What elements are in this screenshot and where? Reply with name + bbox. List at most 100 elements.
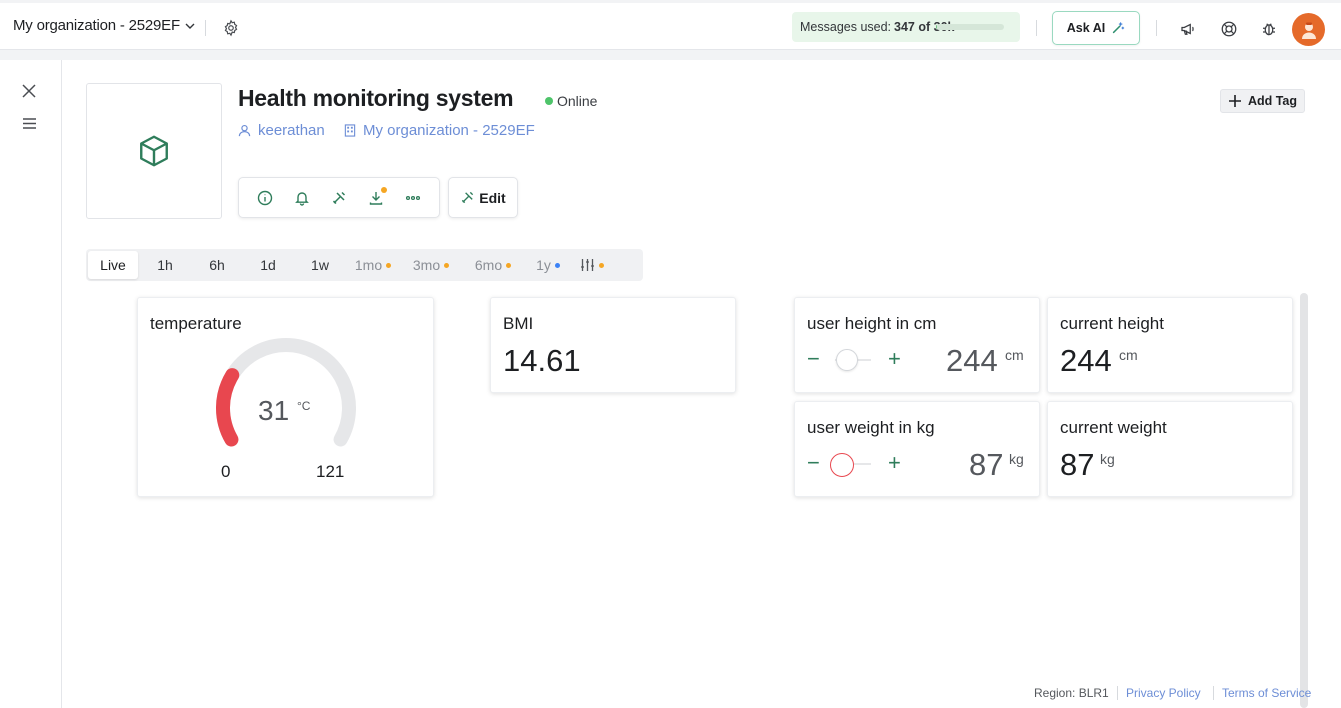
time-range-label: 1d [260, 257, 276, 273]
close-icon[interactable] [20, 82, 38, 100]
org-selector[interactable]: My organization - 2529EF [13, 17, 196, 34]
notifications-button[interactable] [289, 185, 315, 211]
widget-label: temperature [150, 314, 242, 333]
top-bar: My organization - 2529EF Messages used: … [0, 3, 1341, 50]
divider [1117, 686, 1118, 700]
time-range-label: 1mo [354, 257, 383, 273]
increment-button[interactable]: + [888, 450, 901, 476]
org-name: My organization - 2529EF [13, 17, 180, 34]
tools-icon [332, 191, 346, 204]
time-range-Live[interactable]: Live [88, 251, 138, 279]
person-avatar-icon [1301, 22, 1316, 39]
organization-link[interactable]: My organization - 2529EF [344, 122, 535, 139]
height-slider-card: user height in cm − + 244 cm [794, 297, 1040, 393]
slider-value: 244 [946, 343, 998, 378]
time-range-label: 3mo [412, 257, 441, 273]
time-range-label: 6h [209, 257, 225, 273]
slider-handle[interactable] [836, 349, 858, 371]
online-dot [545, 97, 553, 105]
premium-dot [599, 262, 604, 268]
left-rail [0, 60, 62, 708]
magic-wand-icon [1113, 22, 1125, 34]
info-icon [258, 190, 273, 205]
tools-button[interactable] [326, 185, 352, 211]
more-button[interactable] [400, 185, 426, 211]
ask-ai-button[interactable]: Ask AI [1052, 11, 1140, 45]
messages-progress-bar [936, 24, 1004, 30]
divider [1036, 20, 1037, 36]
help-lifebuoy-icon[interactable] [1219, 19, 1239, 39]
device-thumbnail[interactable] [86, 83, 222, 219]
time-range-3mo[interactable]: 3mo [400, 251, 462, 279]
edit-button[interactable]: Edit [448, 177, 518, 218]
widget-label: current height [1060, 314, 1164, 333]
gauge-min: 0 [221, 462, 231, 481]
premium-dot [444, 262, 450, 268]
time-range-1y[interactable]: 1y [524, 251, 572, 279]
time-range-1h[interactable]: 1h [138, 251, 192, 279]
add-tag-button[interactable]: Add Tag [1220, 89, 1305, 113]
download-badge [380, 186, 387, 193]
current-weight-value: 87 [1060, 447, 1095, 482]
decrement-button[interactable]: − [807, 450, 820, 476]
time-range-1d[interactable]: 1d [242, 251, 294, 279]
vertical-scrollbar[interactable] [1300, 293, 1308, 708]
settings-gear-icon[interactable] [221, 18, 241, 38]
current-weight-unit: kg [1100, 451, 1115, 467]
widget-label: user weight in kg [807, 418, 935, 437]
owner-link[interactable]: keerathan [238, 122, 325, 139]
region-label: Region: BLR1 [1034, 686, 1109, 700]
premium-dot [506, 262, 512, 268]
bmi-card: BMI 14.61 [490, 297, 736, 393]
custom-range-button[interactable] [572, 251, 612, 279]
add-tag-label: Add Tag [1247, 94, 1298, 108]
current-height-card: current height 244 cm [1047, 297, 1293, 393]
slider-value: 87 [969, 447, 1004, 482]
temperature-gauge-card: temperature 31 °C 0 121 [137, 297, 434, 497]
owner-name: keerathan [258, 122, 325, 139]
plus-icon [1228, 95, 1241, 107]
divider [1156, 20, 1157, 36]
current-height-unit: cm [1119, 347, 1138, 363]
bug-icon[interactable] [1259, 19, 1279, 39]
premium-dot [554, 262, 560, 268]
terms-of-service-link[interactable]: Terms of Service [1222, 686, 1311, 700]
time-range-6h[interactable]: 6h [192, 251, 242, 279]
menu-hamburger-icon[interactable] [20, 114, 38, 132]
gauge-value: 31 [258, 395, 290, 426]
divider [1213, 686, 1214, 700]
widget-label: user height in cm [807, 314, 937, 333]
building-icon [344, 124, 356, 137]
info-button[interactable] [252, 185, 278, 211]
ask-ai-label: Ask AI [1066, 21, 1106, 35]
time-range-1mo[interactable]: 1mo [346, 251, 400, 279]
organization-name: My organization - 2529EF [363, 122, 535, 139]
increment-button[interactable]: + [888, 346, 901, 372]
decrement-button[interactable]: − [807, 346, 820, 372]
chevron-down-icon [185, 23, 195, 29]
more-dots-icon [405, 195, 420, 200]
user-avatar[interactable] [1292, 13, 1325, 46]
bmi-value: 14.61 [503, 343, 581, 378]
time-range-bar: Live 1h 6h 1d 1w 1mo 3mo 6mo 1y [86, 249, 643, 281]
bell-icon [295, 191, 310, 206]
divider [205, 20, 206, 36]
status-badge: Online [545, 93, 597, 109]
messages-usage: Messages used: 347 of 30k [792, 12, 1020, 42]
cube-icon [140, 135, 168, 167]
gauge-value-arc [216, 368, 240, 447]
time-range-6mo[interactable]: 6mo [462, 251, 524, 279]
main-content: Health monitoring system Online keeratha… [62, 60, 1341, 708]
slider-unit: kg [1009, 451, 1024, 467]
slider-handle[interactable] [830, 453, 854, 477]
privacy-policy-link[interactable]: Privacy Policy [1126, 686, 1201, 700]
time-range-1w[interactable]: 1w [294, 251, 346, 279]
messages-progress-fill [936, 24, 938, 30]
megaphone-icon[interactable] [1178, 19, 1198, 39]
device-toolbar [238, 177, 440, 218]
time-range-label: Live [100, 257, 126, 273]
slider-unit: cm [1005, 347, 1024, 363]
widget-label: BMI [503, 314, 534, 333]
download-button[interactable] [363, 185, 389, 211]
edit-tools-icon [462, 191, 474, 204]
